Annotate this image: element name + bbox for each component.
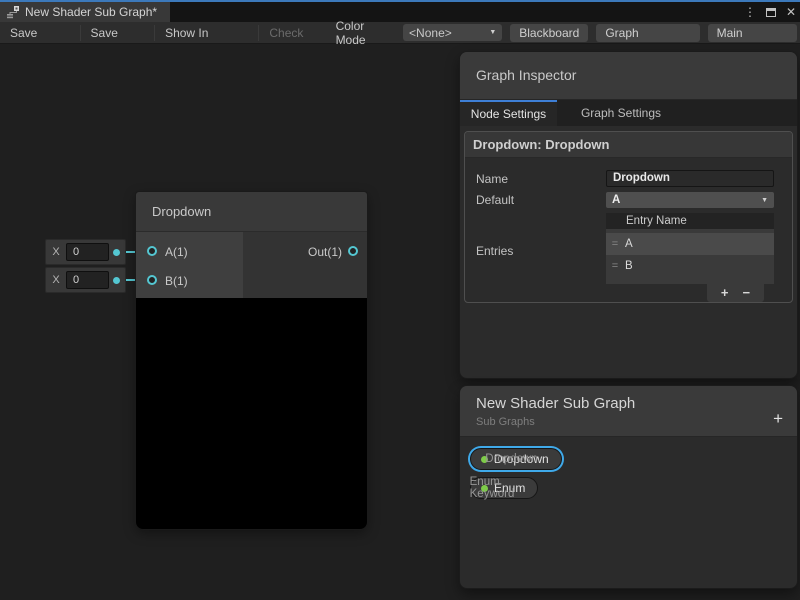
main-preview-toggle-button[interactable]: Main Preview: [708, 24, 797, 42]
add-entry-button[interactable]: +: [721, 284, 729, 302]
node-preview: [136, 298, 367, 529]
axis-label: X: [46, 246, 66, 258]
show-in-project-button[interactable]: Show In Project: [155, 22, 258, 44]
document-tab[interactable]: New Shader Sub Graph*: [0, 2, 170, 22]
tab-graph-settings[interactable]: Graph Settings: [565, 100, 677, 126]
blackboard-header[interactable]: New Shader Sub Graph Sub Graphs +: [460, 386, 797, 437]
value-field[interactable]: 0: [66, 243, 109, 261]
chevron-down-icon: ▼: [489, 29, 496, 36]
entry-name[interactable]: B: [625, 260, 633, 272]
settings-section-title: Dropdown: Dropdown: [465, 132, 792, 158]
color-mode-label: Color Mode: [336, 19, 397, 47]
output-port-label: Out(1): [308, 245, 342, 259]
input-port-a-label: A(1): [165, 245, 188, 259]
add-property-button[interactable]: +: [773, 409, 783, 429]
color-mode-value: <None>: [409, 26, 452, 40]
default-dropdown-value: A: [612, 194, 620, 206]
blackboard-row-enum: Enum Enum Keyword: [470, 476, 538, 500]
input-port-b-label: B(1): [165, 274, 188, 288]
entries-label: Entries: [476, 244, 513, 258]
drag-handle-icon[interactable]: =: [608, 260, 622, 272]
entry-row-a[interactable]: = A: [606, 233, 774, 255]
check-out-button: Check Out: [259, 22, 335, 44]
inspector-header[interactable]: Graph Inspector: [460, 52, 797, 100]
entries-list-footer: + −: [707, 284, 764, 302]
property-type-label: Dropdown: [485, 453, 537, 465]
input-port-b[interactable]: [147, 275, 157, 285]
name-input[interactable]: Dropdown: [606, 170, 774, 187]
drag-handle-icon[interactable]: =: [608, 238, 622, 250]
blackboard-row-dropdown: Dropdown Dropdown: [470, 447, 562, 471]
node-title[interactable]: Dropdown: [136, 192, 367, 232]
port-dot-icon[interactable]: [113, 249, 120, 256]
value-field[interactable]: 0: [66, 271, 109, 289]
node-output-section: Out(1): [243, 232, 367, 298]
remove-entry-button[interactable]: −: [743, 284, 751, 302]
input-widget-b: X 0: [45, 267, 126, 293]
input-widget-a: X 0: [45, 239, 126, 265]
entry-name[interactable]: A: [625, 238, 633, 250]
node-settings-box: Dropdown: Dropdown Name Dropdown Default…: [464, 131, 793, 303]
graph-inspector-toggle-button[interactable]: Graph Inspector: [596, 24, 699, 42]
entries-list: = A = B: [606, 229, 774, 284]
name-label: Name: [476, 172, 508, 186]
tab-node-settings[interactable]: Node Settings: [460, 100, 557, 126]
output-port[interactable]: [348, 246, 358, 256]
input-port-a[interactable]: [147, 246, 157, 256]
default-dropdown[interactable]: A ▼: [606, 192, 774, 208]
node-input-section: A(1) B(1): [136, 232, 243, 298]
entry-row-b[interactable]: = B: [606, 255, 774, 277]
blackboard-title: New Shader Sub Graph: [460, 386, 797, 412]
chevron-down-icon: ▼: [761, 197, 768, 204]
toolbar: Save Asset Save As... Show In Project Ch…: [0, 22, 800, 44]
close-icon[interactable]: ✕: [786, 5, 796, 19]
entries-list-header: Entry Name: [606, 213, 774, 229]
graph-inspector-panel: Graph Inspector Node Settings Graph Sett…: [460, 52, 797, 378]
default-label: Default: [476, 193, 514, 207]
save-as-button[interactable]: Save As...: [81, 22, 155, 44]
port-dot-icon[interactable]: [113, 277, 120, 284]
maximize-icon[interactable]: [766, 8, 776, 17]
inspector-title: Graph Inspector: [460, 52, 797, 83]
shader-graph-icon: [6, 5, 20, 19]
save-asset-button[interactable]: Save Asset: [0, 22, 80, 44]
blackboard-toggle-button[interactable]: Blackboard: [510, 24, 588, 42]
inspector-tabstrip: Node Settings Graph Settings: [460, 100, 797, 126]
property-type-label: Enum Keyword: [470, 476, 515, 500]
blackboard-subtitle: Sub Graphs: [460, 412, 797, 428]
document-tab-title: New Shader Sub Graph*: [25, 5, 157, 19]
titlebar: New Shader Sub Graph* ⋮ ✕: [0, 2, 800, 22]
axis-label: X: [46, 274, 66, 286]
dropdown-node[interactable]: Dropdown A(1) B(1) Out(1): [136, 192, 367, 529]
window-menu-icon[interactable]: ⋮: [744, 5, 756, 19]
blackboard-panel: New Shader Sub Graph Sub Graphs + Dropdo…: [460, 386, 797, 588]
color-mode-dropdown[interactable]: <None> ▼: [403, 24, 502, 41]
